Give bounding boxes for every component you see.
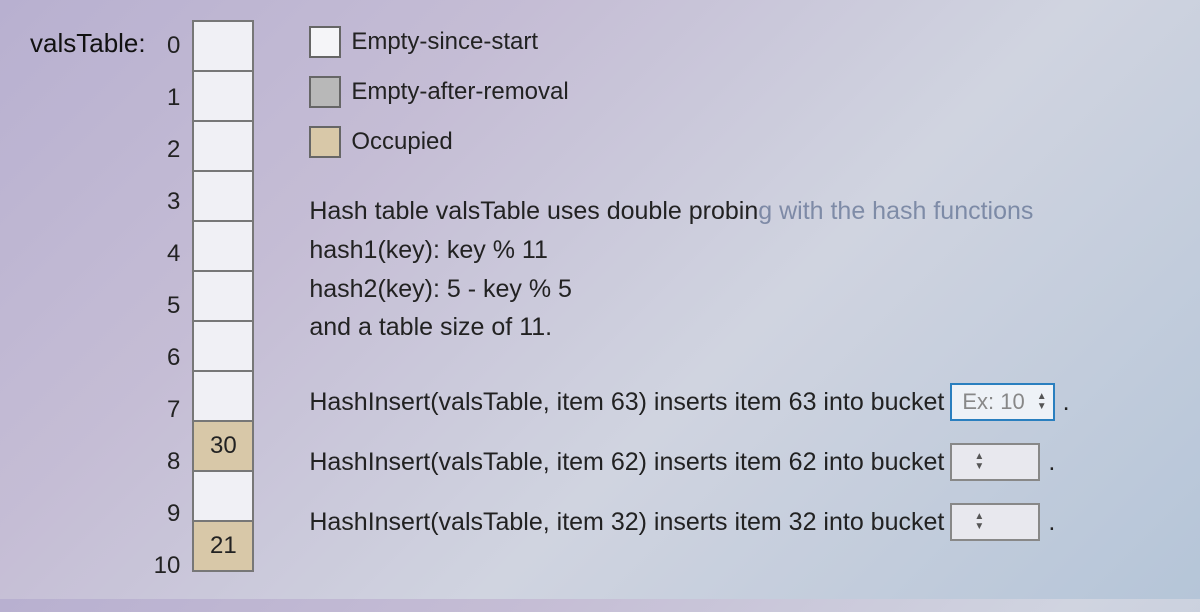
questions: HashInsert(valsTable, item 63) inserts i… bbox=[309, 383, 1170, 541]
index-label: 9 bbox=[154, 488, 184, 540]
desc-text-faded: g with the hash functions bbox=[758, 197, 1033, 225]
question-text: HashInsert(valsTable, item 63) inserts i… bbox=[309, 388, 944, 417]
stepper-icon[interactable]: ▲▼ bbox=[974, 452, 984, 472]
table-cell: 21 bbox=[192, 520, 254, 572]
legend-row-empty-start: Empty-since-start bbox=[309, 26, 1170, 58]
period: . bbox=[1063, 388, 1070, 417]
bucket-input-1[interactable]: Ex: 10 ▲▼ bbox=[950, 383, 1054, 421]
index-label: 2 bbox=[154, 124, 184, 176]
description: Hash table valsTable uses double probing… bbox=[309, 192, 1170, 347]
desc-line: hash1(key): key % 11 bbox=[309, 231, 1170, 270]
legend-label: Occupied bbox=[351, 128, 452, 156]
input-placeholder: Ex: 10 bbox=[962, 389, 1024, 415]
stepper-icon[interactable]: ▲▼ bbox=[1037, 392, 1047, 412]
legend-label: Empty-after-removal bbox=[351, 78, 568, 106]
legend-label: Empty-since-start bbox=[351, 28, 538, 56]
table-cell bbox=[192, 70, 254, 122]
hash-table-column: valsTable: 0 1 2 3 4 5 6 7 8 9 10 30 21 bbox=[30, 20, 254, 592]
table-indices: 0 1 2 3 4 5 6 7 8 9 10 bbox=[154, 20, 185, 592]
desc-line: Hash table valsTable uses double probing… bbox=[309, 192, 1170, 231]
desc-line: and a table size of 11. bbox=[309, 308, 1170, 347]
swatch-occupied bbox=[309, 126, 341, 158]
table-cell bbox=[192, 470, 254, 522]
question-row-1: HashInsert(valsTable, item 63) inserts i… bbox=[309, 383, 1170, 421]
table-cell bbox=[192, 370, 254, 422]
legend-row-occupied: Occupied bbox=[309, 126, 1170, 158]
question-row-2: HashInsert(valsTable, item 62) inserts i… bbox=[309, 443, 1170, 481]
content-column: Empty-since-start Empty-after-removal Oc… bbox=[309, 20, 1170, 592]
question-text: HashInsert(valsTable, item 62) inserts i… bbox=[309, 448, 944, 477]
index-label: 8 bbox=[154, 436, 184, 488]
table-label: valsTable: bbox=[30, 20, 146, 592]
period: . bbox=[1048, 448, 1055, 477]
table-cells: 30 21 bbox=[192, 20, 254, 592]
desc-line: hash2(key): 5 - key % 5 bbox=[309, 270, 1170, 309]
table-cell bbox=[192, 170, 254, 222]
index-label: 6 bbox=[154, 332, 184, 384]
legend-row-empty-after-removal: Empty-after-removal bbox=[309, 76, 1170, 108]
index-label: 3 bbox=[154, 176, 184, 228]
table-cell bbox=[192, 220, 254, 272]
exercise-container: valsTable: 0 1 2 3 4 5 6 7 8 9 10 30 21 bbox=[0, 0, 1200, 612]
question-text: HashInsert(valsTable, item 32) inserts i… bbox=[309, 508, 944, 537]
index-label: 10 bbox=[154, 540, 185, 592]
table-cell bbox=[192, 270, 254, 322]
index-label: 1 bbox=[154, 72, 184, 124]
index-label: 0 bbox=[154, 20, 184, 72]
legend: Empty-since-start Empty-after-removal Oc… bbox=[309, 26, 1170, 158]
bucket-input-3[interactable]: ▲▼ bbox=[950, 503, 1040, 541]
table-cell bbox=[192, 320, 254, 372]
table-cell bbox=[192, 20, 254, 72]
table-cell: 30 bbox=[192, 420, 254, 472]
stepper-icon[interactable]: ▲▼ bbox=[974, 512, 984, 532]
desc-text: Hash table valsTable uses double probin bbox=[309, 197, 758, 225]
swatch-empty-since-start bbox=[309, 26, 341, 58]
question-row-3: HashInsert(valsTable, item 32) inserts i… bbox=[309, 503, 1170, 541]
table-cell bbox=[192, 120, 254, 172]
index-label: 7 bbox=[154, 384, 184, 436]
bucket-input-2[interactable]: ▲▼ bbox=[950, 443, 1040, 481]
index-label: 4 bbox=[154, 228, 184, 280]
index-label: 5 bbox=[154, 280, 184, 332]
swatch-empty-after-removal bbox=[309, 76, 341, 108]
period: . bbox=[1048, 508, 1055, 537]
